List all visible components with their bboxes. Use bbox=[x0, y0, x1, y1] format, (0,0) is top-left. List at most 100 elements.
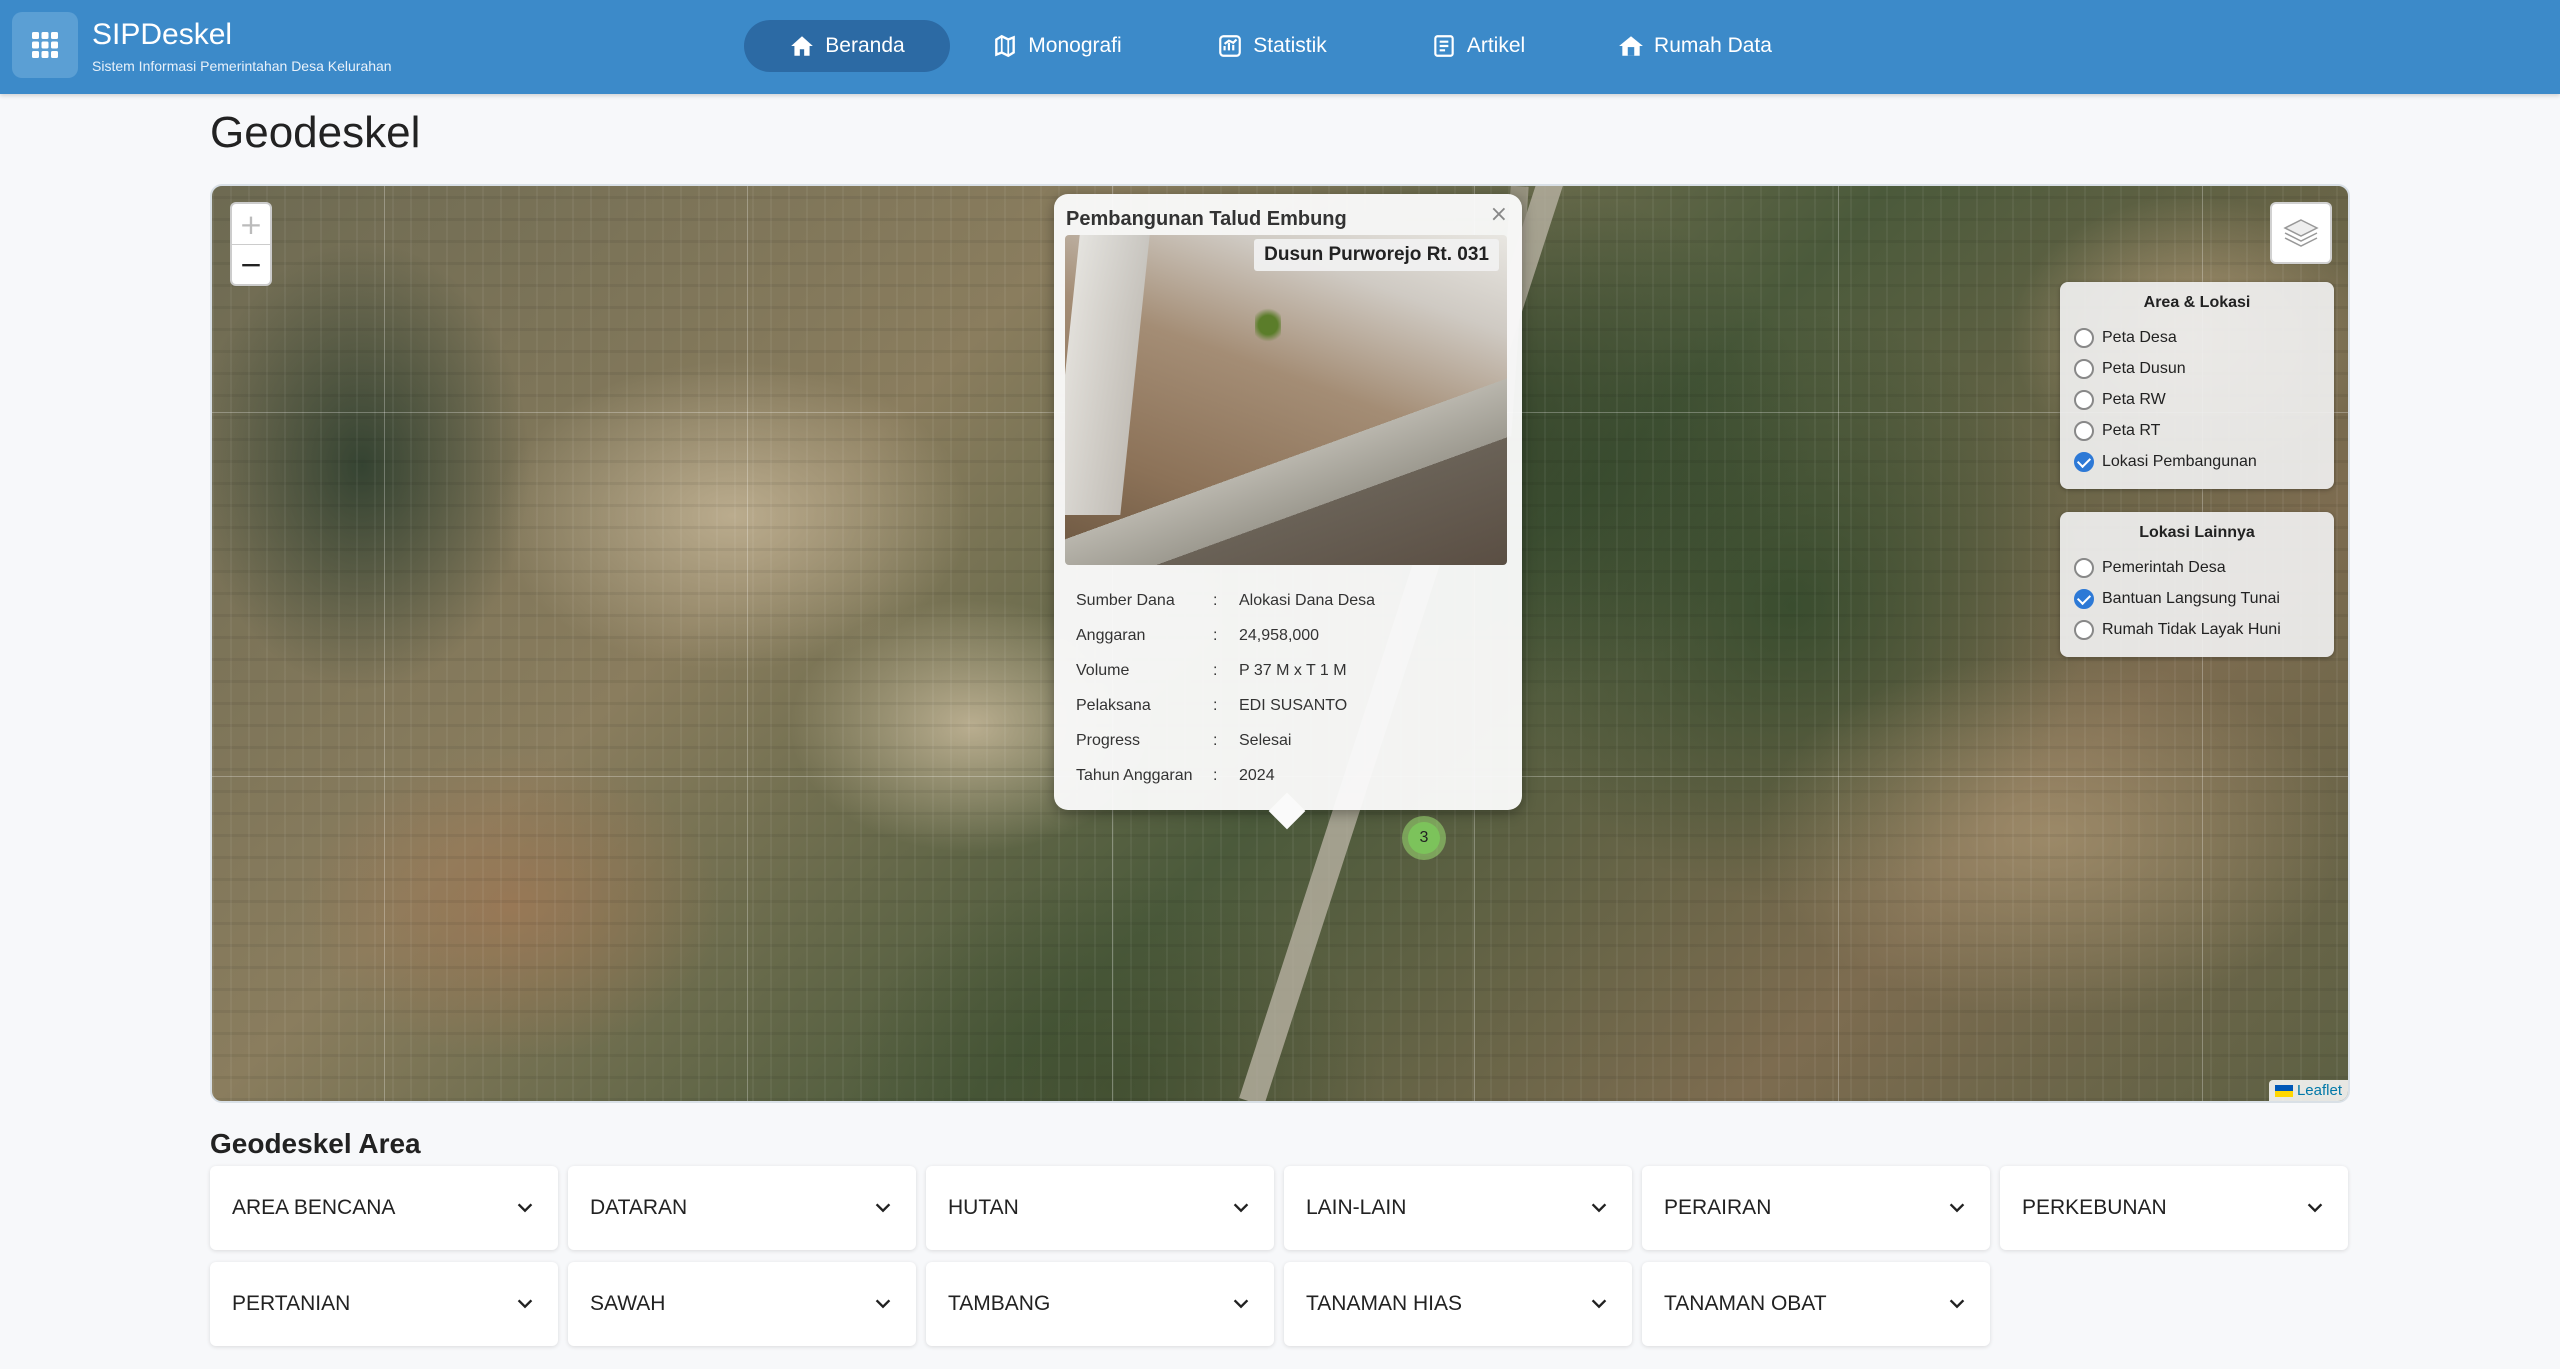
chevron-down-icon bbox=[1233, 1203, 1249, 1213]
area-label: LAIN-LAIN bbox=[1306, 1196, 1407, 1219]
chevron-down-icon bbox=[875, 1299, 891, 1309]
area-dropdown-tambang[interactable]: TAMBANG bbox=[926, 1262, 1274, 1346]
area-dropdown-area-bencana[interactable]: AREA BENCANA bbox=[210, 1166, 558, 1250]
zoom-out-button[interactable]: − bbox=[232, 244, 270, 284]
area-dropdown-sawah[interactable]: SAWAH bbox=[568, 1262, 916, 1346]
area-label: SAWAH bbox=[590, 1292, 666, 1315]
option-label: Lokasi Pembangunan bbox=[2102, 452, 2257, 470]
chevron-down-icon bbox=[517, 1203, 533, 1213]
info-colon: : bbox=[1213, 731, 1218, 749]
area-dropdown-hutan[interactable]: HUTAN bbox=[926, 1166, 1274, 1250]
area-dropdown-dataran[interactable]: DATARAN bbox=[568, 1166, 916, 1250]
layer-option-pemerintah-desa[interactable]: Pemerintah Desa bbox=[2074, 552, 2320, 583]
page-title: Geodeskel bbox=[210, 108, 421, 157]
area-dropdown-perairan[interactable]: PERAIRAN bbox=[1642, 1166, 1990, 1250]
area-dropdown-lain-lain[interactable]: LAIN-LAIN bbox=[1284, 1166, 1632, 1250]
map-view[interactable]: + − Area & Lokasi Peta Desa Peta Dusun P… bbox=[210, 184, 2350, 1103]
nav-label: Rumah Data bbox=[1654, 34, 1772, 57]
project-photo[interactable]: Dusun Purworejo Rt. 031 bbox=[1065, 235, 1507, 565]
info-value: 2024 bbox=[1239, 766, 1275, 784]
option-label: Pemerintah Desa bbox=[2102, 558, 2226, 576]
area-label: PERTANIAN bbox=[232, 1292, 351, 1315]
house-data-icon bbox=[1619, 36, 1643, 56]
radio-button[interactable] bbox=[2074, 619, 2094, 640]
info-value: EDI SUSANTO bbox=[1239, 696, 1348, 714]
option-label: Peta Dusun bbox=[2102, 359, 2186, 377]
layer-option-peta-rt[interactable]: Peta RT bbox=[2074, 415, 2320, 446]
close-icon[interactable]: × bbox=[1490, 202, 1508, 227]
chevron-down-icon bbox=[1591, 1299, 1607, 1309]
main-nav: Beranda Monografi Statistik Artikel Ruma… bbox=[744, 20, 1814, 72]
apps-grid-icon[interactable] bbox=[12, 12, 78, 78]
layer-option-rtlh[interactable]: Rumah Tidak Layak Huni bbox=[2074, 614, 2320, 645]
option-label: Rumah Tidak Layak Huni bbox=[2102, 620, 2281, 638]
info-colon: : bbox=[1213, 626, 1218, 644]
radio-button[interactable] bbox=[2074, 389, 2094, 410]
info-row: Volume: P 37 M x T 1 M bbox=[1065, 653, 1511, 688]
nav-artikel[interactable]: Artikel bbox=[1380, 20, 1576, 72]
area-dropdown-tanaman-hias[interactable]: TANAMAN HIAS bbox=[1284, 1262, 1632, 1346]
attribution-link[interactable]: Leaflet bbox=[2297, 1082, 2342, 1099]
area-dropdown-tanaman-obat[interactable]: TANAMAN OBAT bbox=[1642, 1262, 1990, 1346]
layer-option-peta-desa[interactable]: Peta Desa bbox=[2074, 322, 2320, 353]
nav-monografi[interactable]: Monografi bbox=[950, 20, 1164, 72]
layer-option-peta-dusun[interactable]: Peta Dusun bbox=[2074, 353, 2320, 384]
check-icon[interactable] bbox=[2074, 588, 2094, 609]
chevron-down-icon bbox=[1591, 1203, 1607, 1213]
app-title[interactable]: SIPDeskel bbox=[92, 18, 232, 52]
area-dropdown-pertanian[interactable]: PERTANIAN bbox=[210, 1262, 558, 1346]
radio-button[interactable] bbox=[2074, 327, 2094, 348]
app-subtitle: Sistem Informasi Pemerintahan Desa Kelur… bbox=[92, 58, 392, 74]
option-label: Peta RT bbox=[2102, 421, 2161, 439]
zoom-control: + − bbox=[230, 202, 272, 286]
option-label: Bantuan Langsung Tunai bbox=[2102, 589, 2280, 607]
chevron-down-icon bbox=[2307, 1203, 2323, 1213]
popup-title: Pembangunan Talud Embung bbox=[1066, 208, 1347, 230]
info-row: Sumber Dana: Alokasi Dana Desa bbox=[1065, 583, 1511, 618]
nav-rumah-data[interactable]: Rumah Data bbox=[1576, 20, 1814, 72]
area-dropdown-perkebunan[interactable]: PERKEBUNAN bbox=[2000, 1166, 2348, 1250]
layer-option-lokasi-pembangunan[interactable]: Lokasi Pembangunan bbox=[2074, 446, 2320, 477]
nav-label: Artikel bbox=[1466, 34, 1526, 57]
photo-plant bbox=[1255, 305, 1281, 345]
info-row: Anggaran: 24,958,000 bbox=[1065, 618, 1511, 653]
cluster-count: 3 bbox=[1408, 822, 1440, 854]
chevron-down-icon bbox=[1949, 1299, 1965, 1309]
photo-location-label: Dusun Purworejo Rt. 031 bbox=[1254, 239, 1499, 271]
nav-statistik[interactable]: Statistik bbox=[1164, 20, 1380, 72]
radio-button[interactable] bbox=[2074, 557, 2094, 578]
option-label: Peta Desa bbox=[2102, 328, 2177, 346]
layer-option-peta-rw[interactable]: Peta RW bbox=[2074, 384, 2320, 415]
check-icon[interactable] bbox=[2074, 451, 2094, 472]
area-label: PERKEBUNAN bbox=[2022, 1196, 2167, 1219]
radio-button[interactable] bbox=[2074, 358, 2094, 379]
info-key: Pelaksana bbox=[1076, 696, 1151, 714]
info-value: Alokasi Dana Desa bbox=[1239, 591, 1376, 609]
chevron-down-icon bbox=[875, 1203, 891, 1213]
info-colon: : bbox=[1213, 696, 1218, 714]
map-attribution[interactable]: Leaflet bbox=[2268, 1080, 2348, 1101]
layers-icon bbox=[2283, 219, 2319, 247]
area-label: TANAMAN OBAT bbox=[1664, 1292, 1827, 1315]
chevron-down-icon bbox=[1949, 1203, 1965, 1213]
info-key: Progress bbox=[1076, 731, 1141, 749]
nav-label: Beranda bbox=[825, 34, 905, 57]
info-colon: : bbox=[1213, 766, 1218, 784]
zoom-in-button[interactable]: + bbox=[232, 204, 270, 244]
chart-icon bbox=[1219, 35, 1242, 57]
area-label: AREA BENCANA bbox=[232, 1196, 396, 1219]
layer-option-blt[interactable]: Bantuan Langsung Tunai bbox=[2074, 583, 2320, 614]
marker-cluster[interactable]: 3 bbox=[1402, 816, 1446, 860]
layer-panel-lokasi-lainnya: Lokasi Lainnya Pemerintah Desa Bantuan L… bbox=[2060, 512, 2334, 657]
article-icon bbox=[1434, 35, 1454, 57]
info-value: P 37 M x T 1 M bbox=[1239, 661, 1347, 679]
nav-label: Monografi bbox=[1028, 34, 1122, 57]
nav-beranda[interactable]: Beranda bbox=[744, 20, 950, 72]
info-value: 24,958,000 bbox=[1239, 626, 1320, 644]
radio-button[interactable] bbox=[2074, 420, 2094, 441]
ukraine-flag-icon bbox=[2274, 1084, 2293, 1097]
info-row: Pelaksana: EDI SUSANTO bbox=[1065, 688, 1511, 723]
layers-button[interactable] bbox=[2270, 202, 2332, 264]
home-icon bbox=[791, 36, 814, 56]
top-navbar: SIPDeskel Sistem Informasi Pemerintahan … bbox=[0, 0, 2560, 94]
